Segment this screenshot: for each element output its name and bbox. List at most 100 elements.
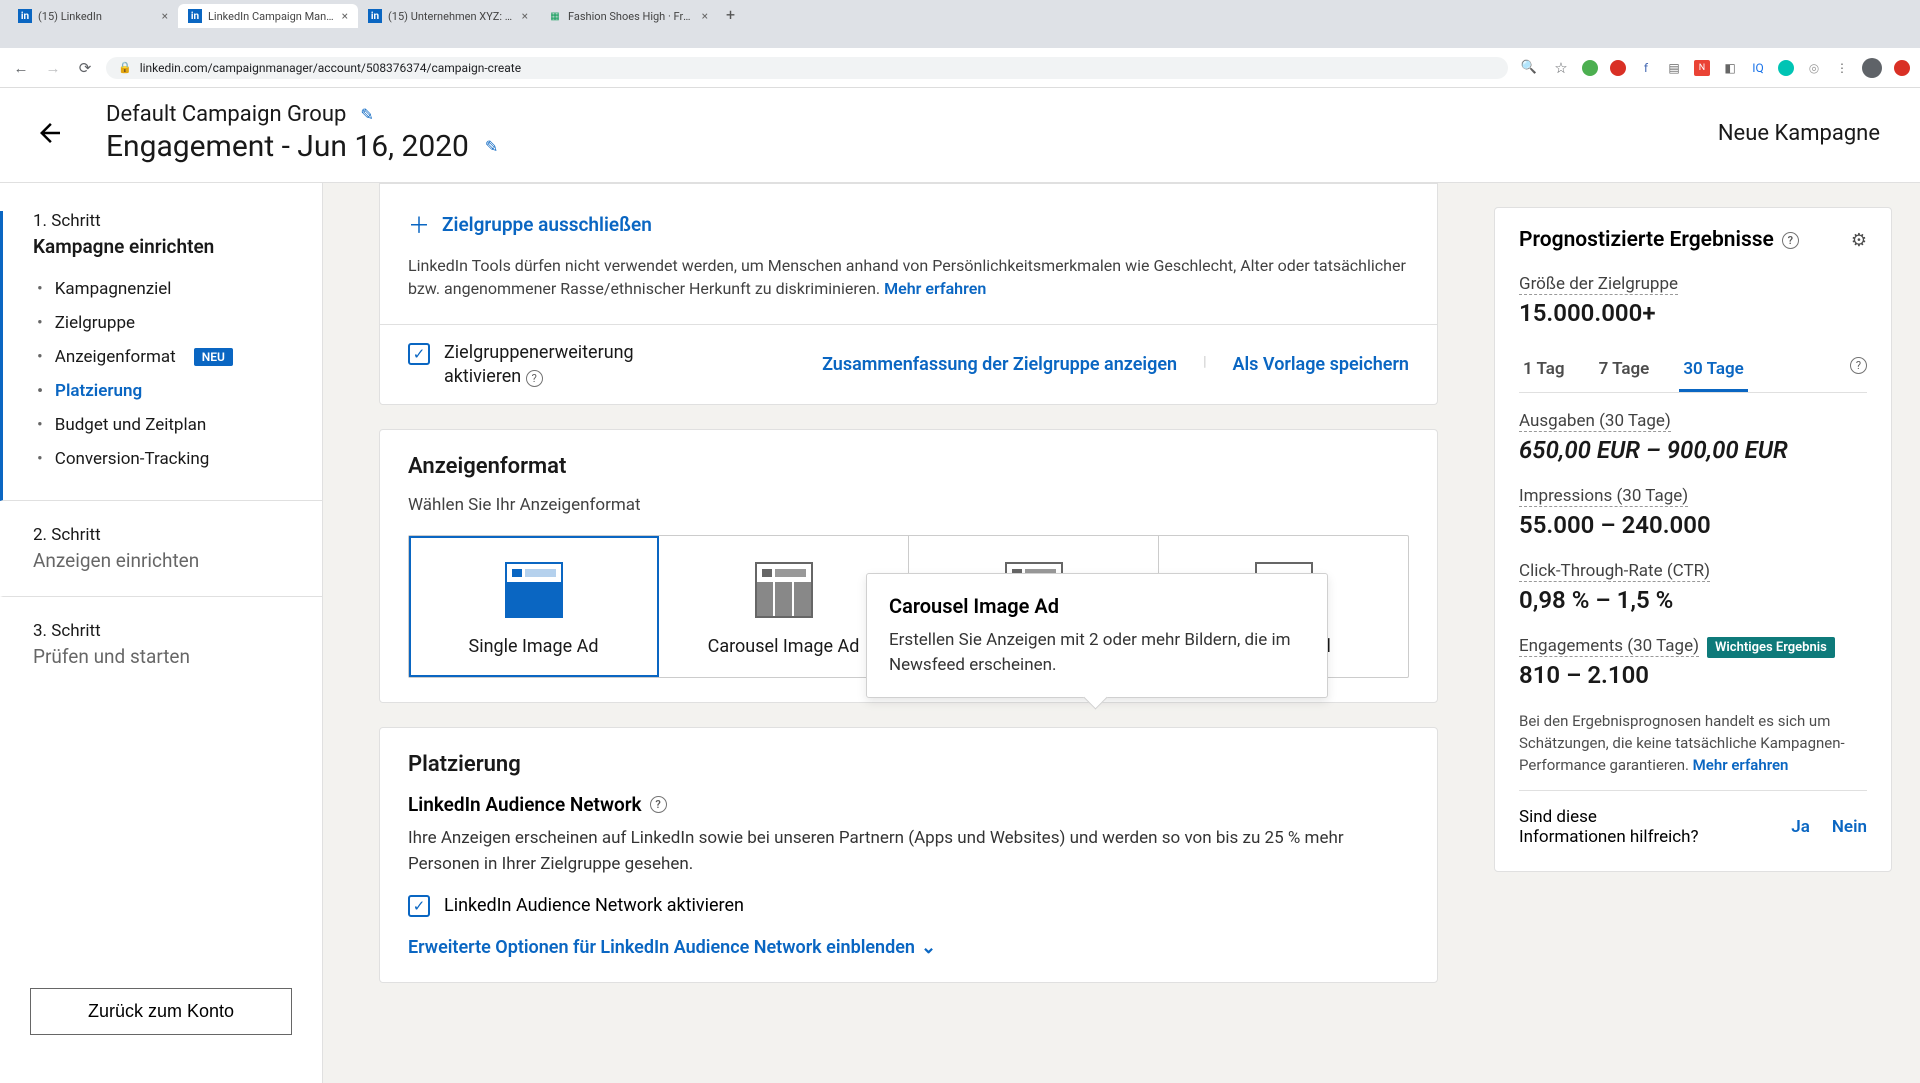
step-number: 2. Schritt — [33, 525, 292, 545]
single-image-icon — [505, 562, 563, 618]
extension-icon[interactable]: IQ — [1750, 60, 1766, 76]
spend-metric: Ausgaben (30 Tage) 650,00 EUR – 900,00 E… — [1519, 411, 1867, 464]
metric-label: Engagements (30 Tage) — [1519, 636, 1699, 657]
audience-summary-link[interactable]: Zusammenfassung der Zielgruppe anzeigen — [822, 354, 1177, 375]
helpful-no-button[interactable]: Nein — [1832, 817, 1867, 837]
avatar-icon[interactable] — [1862, 58, 1882, 78]
lan-title: LinkedIn Audience Network? — [408, 793, 1409, 816]
step-2[interactable]: 2. Schritt Anzeigen einrichten — [0, 525, 322, 597]
new-badge: NEU — [194, 348, 233, 366]
tab-title: (15) LinkedIn — [38, 10, 156, 23]
placement-card: Platzierung LinkedIn Audience Network? I… — [379, 727, 1438, 983]
carousel-icon — [755, 562, 813, 618]
sidebar-item-conversion[interactable]: Conversion-Tracking — [37, 442, 292, 476]
help-icon[interactable]: ? — [1850, 357, 1867, 374]
back-to-account-button[interactable]: Zurück zum Konto — [30, 988, 292, 1035]
metric-value: 0,98 % – 1,5 % — [1519, 586, 1867, 614]
lan-checkbox[interactable]: ✓ — [408, 895, 430, 917]
discrimination-disclaimer: LinkedIn Tools dürfen nicht verwendet we… — [408, 254, 1409, 300]
extension-icon[interactable] — [1894, 60, 1910, 76]
learn-more-link[interactable]: Mehr erfahren — [884, 279, 986, 298]
forecast-panel: Prognostizierte Ergebnisse? ⚙ Größe der … — [1494, 183, 1920, 1083]
close-icon[interactable]: × — [342, 9, 348, 23]
tab-7-days[interactable]: 7 Tage — [1595, 349, 1654, 392]
lan-checkbox-row: ✓ LinkedIn Audience Network aktivieren — [408, 893, 1409, 917]
back-button[interactable] — [28, 111, 72, 155]
help-icon[interactable]: ? — [1782, 232, 1799, 249]
save-template-link[interactable]: Als Vorlage speichern — [1232, 354, 1409, 375]
extension-icon[interactable]: ◧ — [1722, 60, 1738, 76]
gear-icon[interactable]: ⚙ — [1851, 230, 1867, 251]
section-subtitle: Wählen Sie Ihr Anzeigenformat — [408, 495, 1409, 515]
sidebar-item-budget[interactable]: Budget und Zeitplan — [37, 408, 292, 442]
forecast-title: Prognostizierte Ergebnisse? — [1519, 228, 1799, 252]
campaign-group-row: Default Campaign Group ✎ — [106, 102, 1718, 127]
browser-tab[interactable]: in(15) Unternehmen XYZ: Admin× — [358, 4, 538, 28]
zoom-icon[interactable]: 🔍 — [1518, 57, 1540, 79]
back-icon[interactable]: ← — [10, 57, 32, 79]
extension-icon[interactable]: ▤ — [1666, 60, 1682, 76]
metric-value: 15.000.000+ — [1519, 299, 1867, 327]
edit-icon[interactable]: ✎ — [485, 137, 498, 156]
star-icon[interactable]: ☆ — [1550, 57, 1572, 79]
forecast-disclaimer: Bei den Ergebnisprognosen handelt es sic… — [1519, 711, 1867, 776]
campaign-name: Engagement - Jun 16, 2020 — [106, 129, 469, 164]
helpful-question: Sind diese Informationen hilfreich? — [1519, 807, 1699, 847]
extension-icon[interactable]: ⋮ — [1834, 60, 1850, 76]
sheets-favicon: ▦ — [548, 9, 562, 23]
tab-title: LinkedIn Campaign Manager — [208, 10, 336, 23]
sidebar-item-audience[interactable]: Zielgruppe — [37, 306, 292, 340]
metric-label: Ausgaben (30 Tage) — [1519, 411, 1671, 432]
close-icon[interactable]: × — [162, 9, 168, 23]
browser-tab[interactable]: inLinkedIn Campaign Manager× — [178, 4, 358, 28]
sidebar-item-format[interactable]: AnzeigenformatNEU — [37, 340, 292, 374]
new-tab-button[interactable]: + — [718, 1, 743, 28]
audience-expansion-row: ✓ Zielgruppenerweiterung aktivieren ? Zu… — [379, 325, 1438, 405]
browser-tab-strip: in(15) LinkedIn× inLinkedIn Campaign Man… — [0, 0, 1920, 48]
extensions-row: f ▤ N ◧ IQ ◎ ⋮ — [1582, 58, 1910, 78]
header-status: Neue Kampagne — [1718, 121, 1880, 146]
sidebar-item-placement[interactable]: Platzierung — [37, 374, 292, 408]
browser-toolbar: ← → ⟳ 🔒 linkedin.com/campaignmanager/acc… — [0, 48, 1920, 88]
tab-30-days[interactable]: 30 Tage — [1679, 349, 1747, 392]
lan-checkbox-label: LinkedIn Audience Network aktivieren — [444, 895, 744, 916]
exclude-label: Zielgruppe ausschließen — [442, 213, 652, 236]
help-icon[interactable]: ? — [526, 370, 543, 387]
audience-expansion-checkbox[interactable]: ✓ — [408, 343, 430, 365]
audience-expansion-label: Zielgruppenerweiterung aktivieren ? — [444, 341, 644, 388]
arrow-left-icon — [35, 118, 65, 148]
tooltip-title: Carousel Image Ad — [889, 594, 1305, 618]
extension-icon[interactable] — [1610, 60, 1626, 76]
helpful-yes-button[interactable]: Ja — [1791, 817, 1810, 837]
metric-label: Impressions (30 Tage) — [1519, 486, 1688, 507]
format-label: Single Image Ad — [469, 636, 599, 657]
impressions-metric: Impressions (30 Tage) 55.000 – 240.000 — [1519, 486, 1867, 539]
section-title: Anzeigenformat — [408, 454, 1409, 479]
exclude-audience-button[interactable]: ＋ Zielgruppe ausschließen — [408, 208, 1409, 240]
step-3[interactable]: 3. Schritt Prüfen und starten — [0, 621, 322, 692]
carousel-tooltip: Carousel Image Ad Erstellen Sie Anzeigen… — [866, 573, 1328, 698]
close-icon[interactable]: × — [702, 9, 708, 23]
tab-1-day[interactable]: 1 Tag — [1519, 349, 1569, 392]
extension-icon[interactable]: N — [1694, 60, 1710, 76]
exclude-audience-card: ＋ Zielgruppe ausschließen LinkedIn Tools… — [379, 183, 1438, 325]
edit-icon[interactable]: ✎ — [360, 105, 373, 124]
extension-icon[interactable]: ◎ — [1806, 60, 1822, 76]
reload-icon[interactable]: ⟳ — [74, 57, 96, 79]
learn-more-link[interactable]: Mehr erfahren — [1693, 756, 1789, 774]
extension-icon[interactable]: f — [1638, 60, 1654, 76]
sidebar-item-objective[interactable]: Kampagnenziel — [37, 272, 292, 306]
browser-tab[interactable]: in(15) LinkedIn× — [8, 4, 178, 28]
url-bar[interactable]: 🔒 linkedin.com/campaignmanager/account/5… — [106, 57, 1508, 79]
close-icon[interactable]: × — [522, 9, 528, 23]
format-label: Carousel Image Ad — [708, 636, 860, 657]
advanced-options-link[interactable]: Erweiterte Optionen für LinkedIn Audienc… — [408, 937, 1409, 958]
format-single-image[interactable]: Single Image Ad — [409, 536, 659, 677]
help-icon[interactable]: ? — [650, 796, 667, 813]
extension-icon[interactable] — [1582, 60, 1598, 76]
browser-tab[interactable]: ▦Fashion Shoes High · Free photo× — [538, 4, 718, 28]
timeframe-tabs: 1 Tag 7 Tage 30 Tage ? — [1519, 349, 1867, 393]
forward-icon[interactable]: → — [42, 57, 64, 79]
step-title: Kampagne einrichten — [33, 235, 292, 258]
extension-icon[interactable] — [1778, 60, 1794, 76]
